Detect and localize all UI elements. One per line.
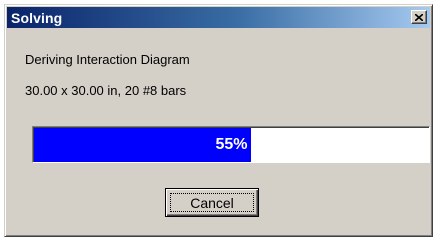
close-icon xyxy=(415,13,423,21)
cancel-button[interactable]: Cancel xyxy=(165,188,259,217)
status-text-operation: Deriving Interaction Diagram xyxy=(25,52,190,67)
progress-percent-label: 55% xyxy=(215,136,248,153)
progress-track: 55% xyxy=(33,127,429,162)
title-bar[interactable]: Solving xyxy=(7,7,430,28)
cancel-button-label: Cancel xyxy=(190,194,234,211)
status-text-section: 30.00 x 30.00 in, 20 #8 bars xyxy=(25,83,187,98)
solving-dialog: Solving Deriving Interaction Diagram 30.… xyxy=(4,4,433,237)
close-button[interactable] xyxy=(411,10,427,24)
progress-bar: 55% xyxy=(32,126,430,163)
window-title: Solving xyxy=(11,9,63,26)
